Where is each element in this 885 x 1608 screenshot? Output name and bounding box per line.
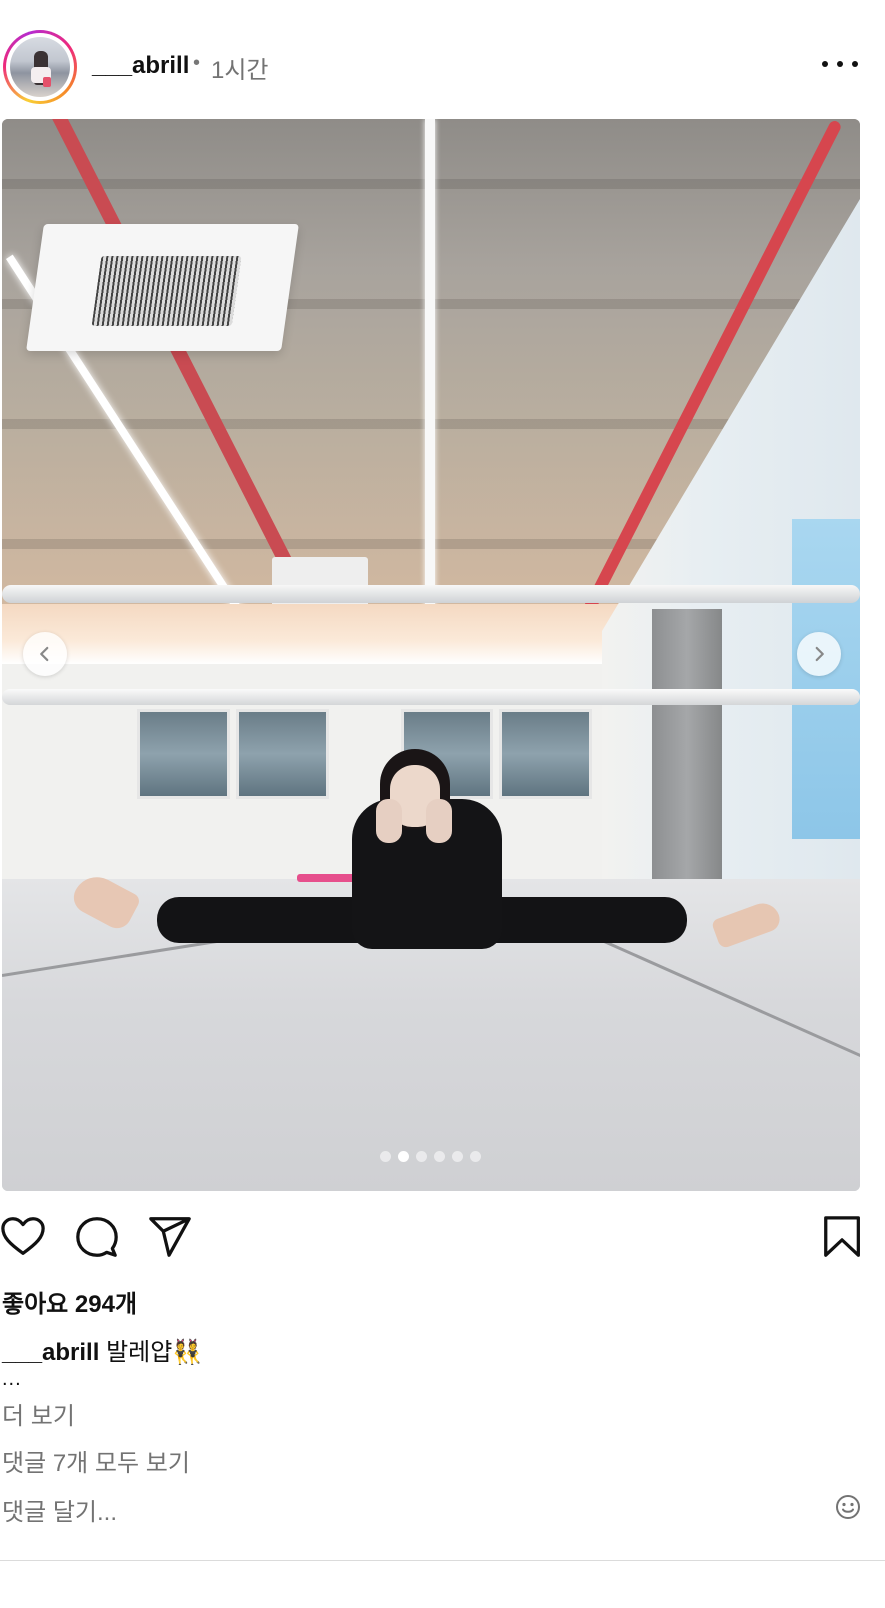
post-photo[interactable]	[2, 119, 860, 1191]
caption-ellipsis: ...	[2, 1368, 22, 1390]
comment-button[interactable]	[74, 1214, 120, 1260]
like-button[interactable]	[0, 1214, 46, 1260]
more-options-icon[interactable]	[822, 52, 858, 76]
avatar-story-ring[interactable]	[3, 30, 77, 104]
likes-count[interactable]: 좋아요 294개	[2, 1284, 137, 1319]
emoji-picker-button[interactable]	[835, 1494, 861, 1520]
caption-username[interactable]: ___abrill	[2, 1339, 99, 1366]
carousel-dot	[416, 1151, 427, 1162]
action-bar	[0, 1210, 885, 1260]
carousel-dot	[452, 1151, 463, 1162]
carousel-dot-active	[398, 1151, 409, 1162]
avatar[interactable]	[10, 37, 70, 97]
chevron-right-icon	[815, 646, 824, 662]
chevron-left-icon	[40, 646, 49, 662]
post-divider	[0, 1560, 885, 1561]
view-all-comments-link[interactable]: 댓글 7개 모두 보기	[2, 1443, 190, 1478]
concrete-column	[652, 609, 722, 899]
paper-plane-icon	[149, 1217, 191, 1257]
carousel-next-button[interactable]	[797, 632, 841, 676]
add-comment-input[interactable]: 댓글 달기...	[2, 1492, 117, 1527]
smiley-icon	[836, 1495, 860, 1519]
post-header: ___abrill • 1시간	[0, 0, 885, 120]
post-username[interactable]: ___abrill	[92, 52, 189, 80]
ceiling-ac-unit	[26, 224, 299, 351]
save-button[interactable]	[820, 1214, 866, 1260]
share-button[interactable]	[147, 1214, 193, 1260]
post-time[interactable]: 1시간	[211, 50, 269, 85]
ballet-barre	[2, 689, 860, 705]
caption-text: 발레얍👯	[106, 1339, 203, 1366]
caption: ___abrill 발레얍👯	[2, 1332, 202, 1367]
more-caption-button[interactable]: 더 보기	[2, 1396, 75, 1431]
carousel-dot	[434, 1151, 445, 1162]
carousel-prev-button[interactable]	[23, 632, 67, 676]
header-separator: •	[193, 52, 201, 74]
ballet-barre	[2, 585, 860, 603]
studio-windows	[137, 709, 592, 799]
carousel-dot	[470, 1151, 481, 1162]
comment-bubble-icon	[76, 1217, 118, 1257]
carousel-dots	[380, 1151, 481, 1162]
bookmark-icon	[824, 1216, 860, 1257]
carousel-dot	[380, 1151, 391, 1162]
heart-icon	[1, 1217, 45, 1255]
